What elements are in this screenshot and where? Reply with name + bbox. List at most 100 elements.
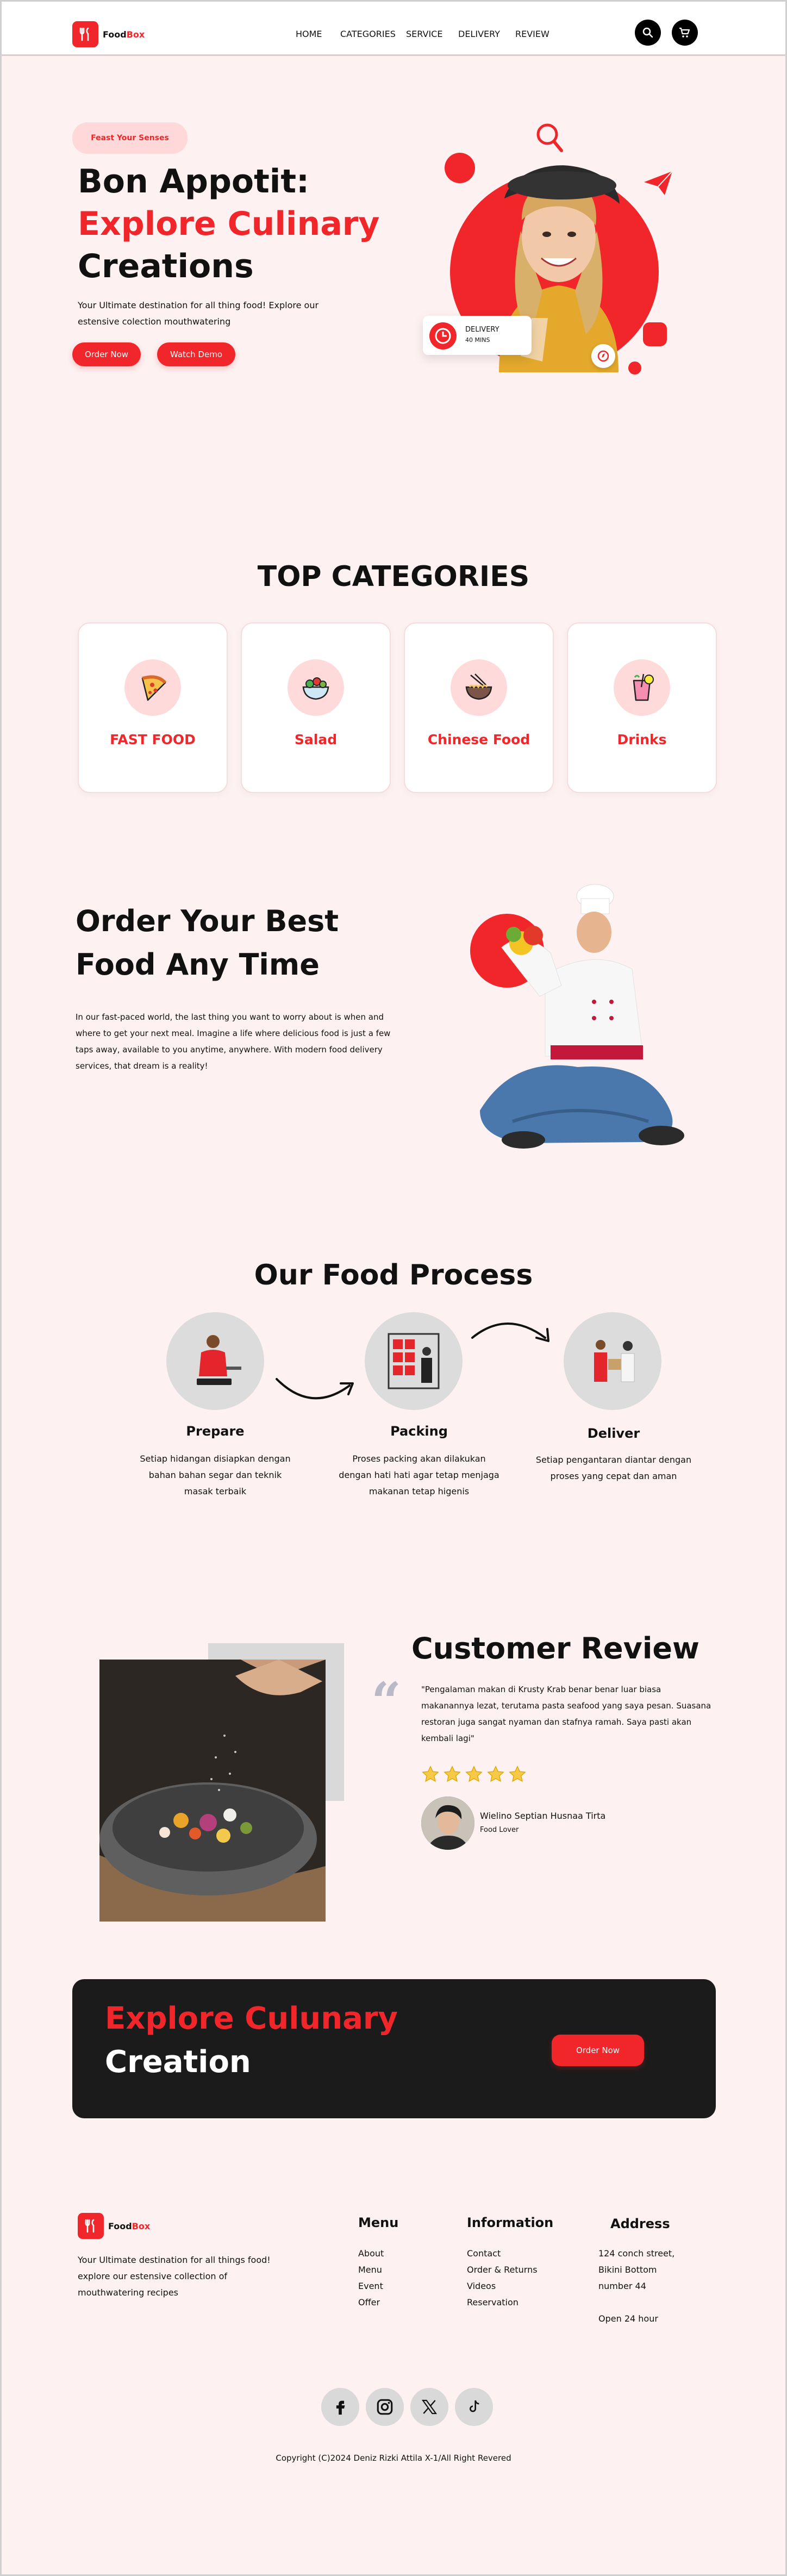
review-title: Customer Review (411, 1631, 699, 1666)
food-bowl-photo (99, 1660, 326, 1922)
categories-title: TOP CATEGORIES (257, 560, 530, 593)
step-desc-packing: Proses packing akan dilakukan dengan hat… (339, 1454, 499, 1496)
instagram-icon (377, 2399, 393, 2415)
facebook-icon (336, 2400, 345, 2415)
footer-link-offer[interactable]: Offer (358, 2294, 384, 2311)
order-description: In our fast-paced world, the last thing … (76, 1012, 391, 1071)
brand-logo[interactable]: Food Box (72, 21, 145, 47)
top-navbar: Food Box HOME CATEGORIES SERVICE DELIVERY… (2, 2, 785, 56)
social-links (321, 2388, 493, 2426)
footer-link-videos[interactable]: Videos (467, 2278, 538, 2294)
nav-review[interactable]: REVIEW (515, 29, 549, 39)
watch-demo-button[interactable]: Watch Demo (157, 342, 235, 366)
cta-order-now-button[interactable]: Order Now (552, 2035, 644, 2066)
cta-banner: Explore Culunary Creation Order Now (72, 1979, 716, 2118)
footer-description: Your Ultimate destination for all things… (78, 2255, 271, 2298)
footer-link-order-returns[interactable]: Order & Returns (467, 2262, 538, 2278)
star-icon (422, 1766, 439, 1782)
step-desc-prepare: Setiap hidangan disiapkan dengan bahan b… (140, 1454, 291, 1496)
prepare-illustration (166, 1312, 264, 1410)
arrow-prepare-to-packing (276, 1378, 354, 1400)
clock-icon (429, 322, 457, 350)
footer-copyright: Copyright (C)2024 Deniz Rizki Attila X-1… (276, 2453, 511, 2463)
footer-link-event[interactable]: Event (358, 2278, 384, 2294)
address-line: Bikini Bottom (598, 2265, 657, 2275)
fork-knife-icon (78, 2213, 104, 2239)
category-card-fast-food[interactable]: FAST FOOD (78, 622, 228, 793)
order-now-button[interactable]: Order Now (72, 342, 141, 366)
hero-title-line1: Bon Appotit: (78, 163, 310, 201)
pizza-icon (124, 659, 181, 716)
hero-pill: Feast Your Senses (72, 122, 188, 154)
footer-brand-box: Box (132, 2221, 151, 2231)
category-card-drinks[interactable]: Drinks (567, 622, 717, 793)
category-name: FAST FOOD (110, 732, 196, 747)
cta-line2: Creation (105, 2044, 251, 2080)
drink-icon (614, 659, 670, 716)
category-name: Salad (294, 732, 338, 747)
nav-delivery[interactable]: DELIVERY (458, 29, 500, 39)
salad-bowl-icon (288, 659, 344, 716)
reviewer-name: Wielino Septian Husnaa Tirta (480, 1811, 606, 1821)
packing-illustration (365, 1312, 463, 1410)
step-title-packing: Packing (390, 1424, 448, 1439)
category-card-salad[interactable]: Salad (241, 622, 391, 793)
search-button[interactable] (635, 20, 661, 46)
order-title-line1: Order Your Best (76, 904, 339, 938)
process-title: Our Food Process (254, 1259, 533, 1292)
footer-link-contact[interactable]: Contact (467, 2246, 538, 2262)
footer-address-title: Address (610, 2216, 670, 2231)
tiktok-button[interactable] (455, 2388, 493, 2426)
brand-name-box: Box (126, 29, 145, 40)
address-line: 124 conch street, (598, 2248, 675, 2259)
opening-hours: Open 24 hour (598, 2313, 658, 2324)
footer-address: 124 conch street, Bikini Bottom number 4… (598, 2246, 674, 2327)
cart-button[interactable] (672, 20, 698, 46)
step-title-prepare: Prepare (186, 1424, 245, 1439)
reviewer-avatar (421, 1797, 474, 1850)
star-icon (487, 1766, 504, 1782)
footer-link-menu[interactable]: Menu (358, 2262, 384, 2278)
category-name: Drinks (617, 732, 667, 747)
tiktok-icon (470, 2400, 479, 2412)
facebook-button[interactable] (321, 2388, 359, 2426)
order-title-line2: Food Any Time (76, 947, 320, 982)
decor-small-dot (628, 361, 641, 375)
cart-icon (679, 27, 690, 38)
paper-plane-icon (644, 171, 673, 195)
noodle-bowl-icon (451, 659, 507, 716)
chef-illustration (469, 882, 686, 1165)
footer-menu-title: Menu (358, 2215, 399, 2230)
review-quote: "Pengalaman makan di Krusty Krab benar b… (421, 1685, 711, 1743)
step-desc-deliver: Setiap pengantaran diantar dengan proses… (535, 1455, 692, 1481)
category-card-chinese-food[interactable]: Chinese Food (404, 622, 554, 793)
chef-eating-photo (480, 884, 684, 1149)
footer-link-reservation[interactable]: Reservation (467, 2294, 538, 2311)
footer-link-about[interactable]: About (358, 2246, 384, 2262)
hero-title-line2: Explore Culinary (78, 205, 380, 243)
search-icon (642, 27, 653, 38)
cta-line1: Explore Culunary (105, 2001, 398, 2036)
hero-description: Your Ultimate destination for all thing … (78, 300, 319, 327)
instagram-button[interactable] (366, 2388, 404, 2426)
step-title-deliver: Deliver (587, 1426, 640, 1441)
fork-knife-icon (72, 21, 98, 47)
hero-illustration: DELIVERY 40 MINS (423, 121, 678, 382)
delivery-time: 40 MINS (465, 336, 490, 344)
footer-brand-logo[interactable]: Food Box (78, 2213, 150, 2239)
footer-brand-food: Food (108, 2221, 132, 2231)
quote-mark-icon: “ (371, 1671, 402, 1732)
category-name: Chinese Food (427, 732, 530, 747)
address-line: number 44 (598, 2281, 646, 2291)
decor-square (643, 322, 667, 346)
star-icon (509, 1766, 526, 1782)
reviewer-role: Food Lover (480, 1826, 519, 1834)
nav-home[interactable]: HOME (296, 29, 322, 39)
compass-icon (591, 344, 615, 368)
footer-info-title: Information (467, 2215, 554, 2230)
x-button[interactable] (410, 2388, 448, 2426)
nav-service[interactable]: SERVICE (406, 29, 442, 39)
delivery-label: DELIVERY (465, 326, 499, 334)
arrow-packing-to-deliver (471, 1323, 549, 1342)
nav-categories[interactable]: CATEGORIES (340, 29, 396, 39)
